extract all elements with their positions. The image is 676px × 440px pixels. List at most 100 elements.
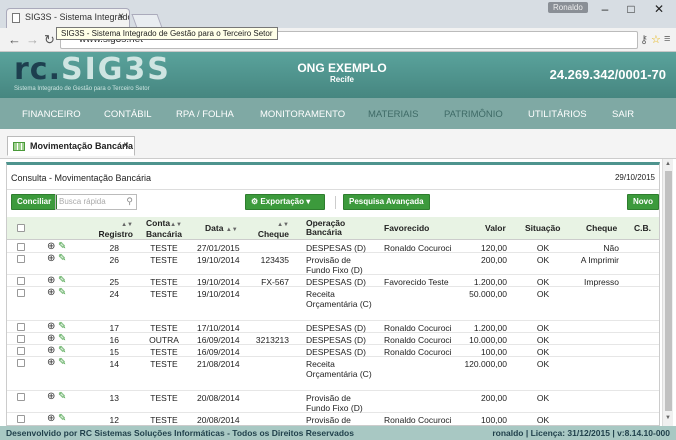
menu-sair[interactable]: SAIR: [612, 109, 634, 120]
cell-favorecido: Favorecido Teste: [384, 277, 449, 287]
expand-icon[interactable]: ⊕: [47, 357, 55, 368]
back-arrow-icon[interactable]: ←: [8, 32, 21, 47]
row-checkbox[interactable]: [17, 243, 25, 251]
edit-icon[interactable]: ✎: [58, 391, 66, 402]
expand-icon[interactable]: ⊕: [47, 391, 55, 402]
close-icon[interactable]: ×: [123, 140, 129, 151]
expand-icon[interactable]: ⊕: [47, 275, 55, 286]
expand-icon[interactable]: ⊕: [47, 345, 55, 356]
cell-valor: 120.000,00: [464, 359, 507, 369]
expand-icon[interactable]: ⊕: [47, 413, 55, 424]
table-row[interactable]: ⊕ ✎ 26 TESTE 19/10/2014 123435 Provisão de Fun…: [7, 253, 659, 275]
cell-operacao: Provisão de Fundo Fixo (D): [306, 393, 363, 413]
forward-arrow-icon[interactable]: →: [26, 32, 39, 47]
edit-icon[interactable]: ✎: [58, 241, 66, 252]
row-checkbox[interactable]: [17, 359, 25, 367]
row-checkbox[interactable]: [17, 277, 25, 285]
close-tab-icon[interactable]: ×: [118, 11, 124, 22]
edit-icon[interactable]: ✎: [58, 287, 66, 298]
select-all-checkbox[interactable]: [17, 224, 25, 232]
cell-valor: 100,00: [481, 415, 507, 425]
cell-operacao: Provisão de Fundo Fixo (D): [306, 415, 351, 425]
menu-financeiro[interactable]: FINANCEIRO: [22, 109, 81, 120]
key-icon[interactable]: ⚷: [640, 33, 648, 46]
tab-movimentacao-bancaria[interactable]: Movimentação Bancária ×: [7, 136, 135, 156]
col-registro[interactable]: ▲▼ Registro: [87, 219, 133, 239]
new-tab-button[interactable]: [131, 14, 163, 28]
table-row[interactable]: ⊕ ✎ 28 TESTE 27/01/2015 DESPESAS (D) Ronaldo C…: [7, 241, 659, 253]
col-data[interactable]: Data ▲▼: [205, 224, 238, 235]
conciliar-button[interactable]: Conciliar: [11, 194, 58, 210]
cell-registro: 26: [109, 255, 119, 265]
star-icon[interactable]: ☆: [651, 33, 661, 46]
table-row[interactable]: ⊕ ✎ 16 OUTRA 16/09/2014 3213213 DESPESAS (D) Ro…: [7, 333, 659, 345]
row-checkbox[interactable]: [17, 323, 25, 331]
expand-icon[interactable]: ⊕: [47, 253, 55, 264]
row-checkbox[interactable]: [17, 393, 25, 401]
table-row[interactable]: ⊕ ✎ 25 TESTE 19/10/2014 FX-567 DESPESAS (D) Fav…: [7, 275, 659, 287]
pesquisa-avancada-button[interactable]: Pesquisa Avançada: [343, 194, 430, 210]
close-window-icon[interactable]: ✕: [646, 2, 672, 18]
novo-button[interactable]: Novo: [627, 194, 659, 210]
minimize-icon[interactable]: –: [592, 2, 618, 18]
row-checkbox[interactable]: [17, 347, 25, 355]
edit-icon[interactable]: ✎: [58, 357, 66, 368]
logo-tagline: Sistema Integrado de Gestão para o Terce…: [14, 86, 150, 92]
col-valor[interactable]: Valor: [485, 224, 506, 233]
cell-situacao: OK: [536, 289, 550, 299]
col-operacao-bancaria[interactable]: Operação Bancária: [306, 219, 345, 237]
row-checkbox[interactable]: [17, 289, 25, 297]
col-conta-bancaria[interactable]: Conta▲▼ Bancária: [145, 219, 183, 239]
edit-icon[interactable]: ✎: [58, 333, 66, 344]
cell-operacao: DESPESAS (D): [306, 323, 366, 333]
scroll-down-icon[interactable]: ▼: [665, 415, 671, 421]
edit-icon[interactable]: ✎: [58, 413, 66, 424]
table-row[interactable]: ⊕ ✎ 13 TESTE 20/08/2014 Provisão de Fundo Fix…: [7, 391, 659, 413]
menu-contabil[interactable]: CONTÁBIL: [104, 109, 152, 120]
maximize-icon[interactable]: □: [618, 2, 644, 18]
expand-icon[interactable]: ⊕: [47, 333, 55, 344]
vertical-scrollbar[interactable]: ▲ ▼: [662, 159, 673, 426]
row-checkbox[interactable]: [17, 415, 25, 423]
exportacao-button[interactable]: ⚙ Exportação ▾: [245, 194, 325, 210]
menu-rpa-folha[interactable]: RPA / FOLHA: [176, 109, 234, 120]
expand-icon[interactable]: ⊕: [47, 241, 55, 252]
edit-icon[interactable]: ✎: [58, 321, 66, 332]
scrollbar-thumb[interactable]: [665, 171, 672, 411]
col-cheque[interactable]: ▲▼ Cheque: [257, 219, 289, 239]
row-checkbox[interactable]: [17, 255, 25, 263]
edit-icon[interactable]: ✎: [58, 345, 66, 356]
search-input[interactable]: Busca rápida ⚲: [55, 194, 137, 210]
table-row[interactable]: ⊕ ✎ 15 TESTE 16/09/2014 DESPESAS (D) Ronaldo C…: [7, 345, 659, 357]
menu-patrimonio[interactable]: PATRIMÔNIO: [444, 109, 503, 120]
cell-valor: 200,00: [481, 255, 507, 265]
expand-icon[interactable]: ⊕: [47, 287, 55, 298]
table-row[interactable]: ⊕ ✎ 17 TESTE 17/10/2014 DESPESAS (D) Ronaldo C…: [7, 321, 659, 333]
menu-icon[interactable]: ≡: [664, 33, 670, 45]
tab-label: Movimentação Bancária: [30, 141, 134, 151]
browser-tab[interactable]: SIG3S - Sistema Integrado ×: [6, 8, 130, 28]
table-row[interactable]: ⊕✎ 12 TESTE 20/08/2014 Provisão de Fundo Fix…: [7, 413, 659, 425]
reload-icon[interactable]: ↻: [44, 32, 55, 48]
table-row[interactable]: ⊕ ✎ 14 TESTE 21/08/2014 Receita Orçamentária …: [7, 357, 659, 391]
table-row[interactable]: ⊕ ✎ 24 TESTE 19/10/2014 Receita Orçamentária …: [7, 287, 659, 321]
gear-icon: ⚙: [251, 197, 259, 206]
expand-icon[interactable]: ⊕: [47, 321, 55, 332]
col-cb[interactable]: C.B.: [634, 224, 651, 233]
col-cheque-status[interactable]: Cheque: [586, 224, 617, 233]
logo[interactable]: rc.SIG3S: [14, 52, 171, 87]
panel-title: Consulta - Movimentação Bancária: [11, 173, 152, 183]
menu-monitoramento[interactable]: MONITORAMENTO: [260, 109, 345, 120]
cell-situacao: OK: [536, 347, 550, 357]
edit-icon[interactable]: ✎: [58, 275, 66, 286]
col-favorecido[interactable]: Favorecido: [384, 224, 429, 233]
scroll-up-icon[interactable]: ▲: [665, 161, 671, 167]
row-checkbox[interactable]: [17, 335, 25, 343]
col-situacao[interactable]: Situação: [525, 224, 560, 233]
menu-materiais[interactable]: MATERIAIS: [368, 109, 419, 120]
menu-utilitarios[interactable]: UTILITÁRIOS: [528, 109, 587, 120]
profile-badge[interactable]: Ronaldo: [548, 2, 588, 13]
edit-icon[interactable]: ✎: [58, 253, 66, 264]
cell-conta: OUTRA: [149, 335, 179, 345]
cell-situacao: OK: [536, 335, 550, 345]
